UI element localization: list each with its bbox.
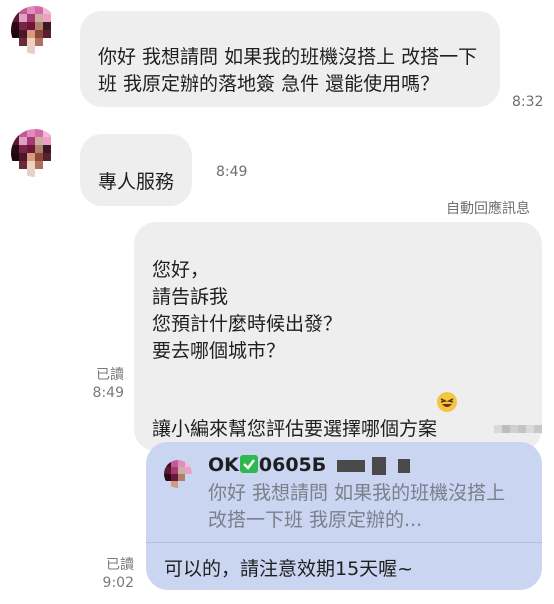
reply-message-bubble[interactable]: OK 0605Б 你好 我想請問 如果我的班機沒搭上 改搭一下班 我原定辦的..… (146, 442, 542, 590)
incoming-message-bubble[interactable]: 專人服務 (80, 134, 193, 206)
redacted-name (398, 459, 411, 473)
message-timestamp: 8:49 (92, 385, 124, 401)
auto-reply-label: 自動回應訊息 (446, 201, 530, 217)
redacted-label (494, 425, 542, 433)
read-receipt: 已讀 9:02 (96, 556, 134, 592)
contact-avatar[interactable] (11, 6, 59, 54)
quoted-message-text: 你好 我想請問 如果我的班機沒搭上 改搭一下班 我原定辦的... (208, 482, 506, 531)
read-label: 已讀 (96, 367, 124, 383)
read-receipt: 已讀 8:49 (86, 366, 124, 402)
read-label: 已讀 (106, 557, 134, 573)
message-text: 你好 我想請問 如果我的班機沒搭上 改搭一下班 我原定辦的落地簽 急件 還能使用… (98, 46, 478, 95)
message-timestamp: 8:32 (512, 94, 544, 110)
message-text: 您好， 請告訴我 您預計什麼時候出發？ 要去哪個城市？ 讓小編來幫您評估要選擇哪… (152, 259, 438, 440)
quote-divider (146, 542, 542, 543)
message-timestamp: 8:49 (216, 164, 248, 180)
laughing-face-emoji-icon (437, 392, 458, 412)
redacted-name (371, 457, 386, 475)
message-text: 可以的，請注意效期15天喔~ (164, 558, 414, 580)
quoted-sender-name: OK 0605Б (208, 454, 411, 476)
green-check-icon (239, 455, 258, 473)
outgoing-message-bubble[interactable]: 您好， 請告訴我 您預計什麼時候出發？ 要去哪個城市？ 讓小編來幫您評估要選擇哪… (134, 222, 542, 451)
incoming-message-bubble[interactable]: 你好 我想請問 如果我的班機沒搭上 改搭一下班 我原定辦的落地簽 急件 還能使用… (80, 11, 500, 107)
message-timestamp: 9:02 (102, 575, 134, 591)
contact-avatar[interactable] (11, 129, 59, 177)
redacted-name (336, 459, 365, 472)
message-text: 專人服務 (98, 171, 175, 193)
quoted-avatar (164, 460, 192, 488)
